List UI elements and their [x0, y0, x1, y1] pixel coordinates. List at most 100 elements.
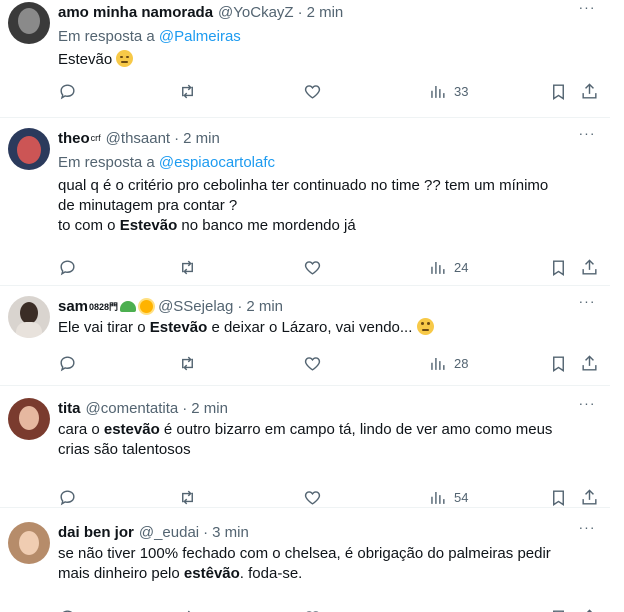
views-count: 33: [454, 83, 469, 99]
separator-dot: ·: [237, 297, 243, 315]
views-button[interactable]: 24: [428, 258, 468, 277]
bookmark-icon: [553, 83, 564, 100]
like-button[interactable]: [303, 488, 322, 507]
reply-context: Em resposta a @Palmeiras: [58, 27, 600, 47]
repost-button[interactable]: [178, 608, 197, 612]
reply-mention-link[interactable]: @Palmeiras: [159, 28, 241, 45]
reply-prefix: Em resposta a: [58, 154, 155, 171]
timestamp[interactable]: 2 min: [307, 4, 344, 21]
views-button[interactable]: 28: [428, 354, 468, 373]
share-icon: [582, 258, 597, 275]
reply-button[interactable]: [58, 258, 77, 277]
views-button[interactable]: 54: [428, 488, 468, 507]
more-options-icon[interactable]: ···: [574, 126, 600, 146]
tweet-text-segment: é outro bizarro em campo tá, lindo de ve…: [163, 421, 553, 438]
share-button[interactable]: [580, 258, 599, 277]
repost-button[interactable]: [178, 82, 197, 101]
reply-button[interactable]: [58, 608, 77, 612]
bookmark-button[interactable]: [549, 608, 568, 612]
tweet-header: sam 0828門 @SSejelag · 2 min ···: [58, 294, 600, 316]
views-count: 54: [454, 489, 469, 505]
timestamp[interactable]: 2 min: [183, 130, 220, 147]
bookmark-button[interactable]: [549, 82, 568, 101]
share-button[interactable]: [580, 82, 599, 101]
tweet[interactable]: amo minha namorada @YoCkayZ · 2 min ··· …: [0, 0, 610, 118]
timestamp[interactable]: 3 min: [212, 524, 249, 541]
user-handle[interactable]: @YoCkayZ: [218, 4, 294, 21]
like-button[interactable]: [303, 258, 322, 277]
display-name[interactable]: amo minha namorada: [58, 4, 213, 21]
avatar[interactable]: [8, 398, 50, 440]
avatar[interactable]: [8, 522, 50, 564]
reply-button[interactable]: [58, 82, 77, 101]
more-options-icon[interactable]: ···: [574, 520, 600, 540]
tweet-text-segment: no banco me mordendo já: [181, 217, 356, 234]
tweet-text: cara o estevão é outro bizarro em campo …: [58, 420, 600, 460]
separator-dot: ·: [203, 523, 209, 541]
display-name[interactable]: dai ben jor: [58, 524, 134, 541]
bookmark-button[interactable]: [549, 488, 568, 507]
action-bar: 39: [58, 606, 600, 612]
reply-button[interactable]: [58, 354, 77, 373]
more-options-icon[interactable]: ···: [574, 396, 600, 416]
heart-icon: [304, 260, 321, 275]
share-icon: [582, 488, 597, 505]
user-handle[interactable]: @comentatita: [86, 400, 179, 417]
repost-icon: [182, 260, 193, 274]
relieved-face-emoji: [116, 50, 134, 67]
tweet-text-line: crias são talentosos: [58, 441, 191, 458]
share-button[interactable]: [580, 488, 599, 507]
tweet[interactable]: theo crf @thsaant · 2 min ··· Em respost…: [0, 118, 610, 286]
timestamp[interactable]: 2 min: [246, 298, 283, 315]
display-name[interactable]: sam: [58, 298, 88, 315]
display-name[interactable]: tita: [58, 400, 81, 417]
tweet-text-segment: Ele vai tirar o: [58, 319, 146, 336]
repost-button[interactable]: [178, 354, 197, 373]
bookmark-icon: [553, 489, 564, 506]
display-name-suffix: 0828門: [89, 301, 119, 312]
bookmark-icon: [553, 259, 564, 276]
avatar[interactable]: [8, 2, 50, 44]
repost-icon: [182, 84, 193, 98]
bookmark-icon: [553, 609, 564, 612]
tweet[interactable]: dai ben jor @_eudai · 3 min ··· se não t…: [0, 508, 610, 612]
like-button[interactable]: [303, 608, 322, 612]
like-button[interactable]: [303, 82, 322, 101]
more-options-icon[interactable]: ···: [574, 294, 600, 314]
share-button[interactable]: [580, 608, 599, 612]
reply-prefix: Em resposta a: [58, 28, 155, 45]
avatar[interactable]: [8, 128, 50, 170]
reply-mention-link[interactable]: @espiaocartolafc: [159, 154, 275, 171]
tweet-text-line: to com o Estevão no banco me mordendo já: [58, 216, 600, 236]
action-bar: 24: [58, 256, 600, 278]
user-handle[interactable]: @_eudai: [139, 524, 199, 541]
tweet-header: amo minha namorada @YoCkayZ · 2 min ···: [58, 0, 600, 22]
separator-dot: ·: [182, 399, 188, 417]
reply-button[interactable]: [58, 488, 77, 507]
views-button[interactable]: 33: [428, 82, 468, 101]
action-bar: 54: [58, 486, 600, 508]
user-handle[interactable]: @thsaant: [106, 130, 170, 147]
tweet-text-segment: Estevão: [58, 51, 113, 68]
tweet-text-segment: e deixar o Lázaro, vai vendo...: [211, 319, 413, 336]
like-button[interactable]: [303, 354, 322, 373]
more-options-icon[interactable]: ···: [574, 0, 600, 20]
repost-icon: [182, 490, 193, 504]
share-button[interactable]: [580, 354, 599, 373]
bookmark-button[interactable]: [549, 354, 568, 373]
views-button[interactable]: 39: [428, 608, 468, 612]
views-icon: [431, 85, 445, 98]
timestamp[interactable]: 2 min: [191, 400, 228, 417]
avatar[interactable]: [8, 296, 50, 338]
repost-button[interactable]: [178, 488, 197, 507]
tweet[interactable]: tita @comentatita · 2 min ··· cara o est…: [0, 386, 610, 508]
reply-context: Em resposta a @espiaocartolafc: [58, 153, 600, 173]
tweet[interactable]: sam 0828門 @SSejelag · 2 min ··· Ele vai …: [0, 286, 610, 386]
share-icon: [586, 608, 593, 612]
user-handle[interactable]: @SSejelag: [158, 298, 233, 315]
display-name[interactable]: theo: [58, 130, 90, 147]
bookmark-button[interactable]: [549, 258, 568, 277]
repost-button[interactable]: [178, 258, 197, 277]
tweet-text-line: se não tiver 100% fechado com o chelsea,…: [58, 545, 551, 562]
views-icon: [431, 357, 445, 370]
